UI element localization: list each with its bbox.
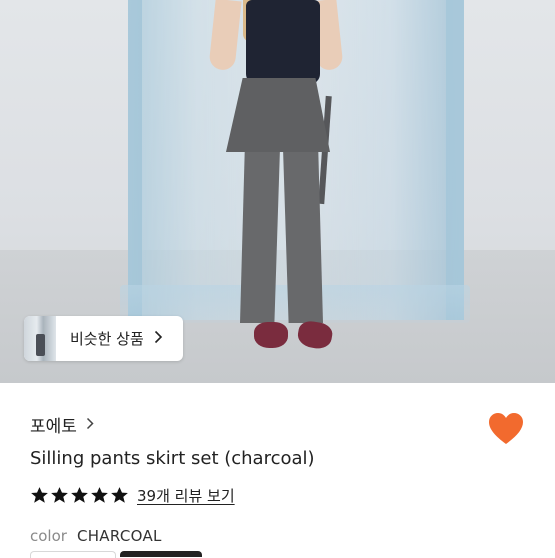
star-rating: [30, 486, 129, 505]
photo-leg-left: [240, 148, 280, 323]
star-icon: [111, 487, 128, 503]
color-row: color CHARCOAL: [30, 527, 162, 545]
chevron-right-icon: [86, 415, 94, 434]
photo-leg-right: [283, 148, 323, 323]
photo-skirt: [226, 78, 330, 152]
color-value: CHARCOAL: [76, 527, 162, 545]
similar-products-label: 비슷한 상품: [70, 330, 144, 348]
product-title: Silling pants skirt set (charcoal): [30, 448, 315, 469]
rating-row: 39개 리뷰 보기: [30, 485, 235, 506]
star-icon: [91, 487, 108, 503]
color-label: color: [30, 527, 67, 545]
product-image[interactable]: 비슷한 상품: [0, 0, 555, 383]
reviews-link[interactable]: 39개 리뷰 보기: [137, 485, 235, 506]
photo-shoe-left: [254, 322, 288, 348]
heart-icon[interactable]: [487, 411, 525, 447]
brand-link[interactable]: 포에토: [30, 412, 94, 437]
star-icon: [71, 487, 88, 503]
brand-name: 포에토: [30, 417, 77, 437]
star-icon: [31, 487, 48, 503]
similar-products-button[interactable]: 비슷한 상품: [24, 316, 183, 361]
similar-products-thumbnail: [24, 316, 56, 361]
primary-button[interactable]: [120, 551, 202, 557]
chevron-right-icon: [154, 329, 163, 348]
photo-top: [246, 0, 320, 84]
star-icon: [51, 487, 68, 503]
